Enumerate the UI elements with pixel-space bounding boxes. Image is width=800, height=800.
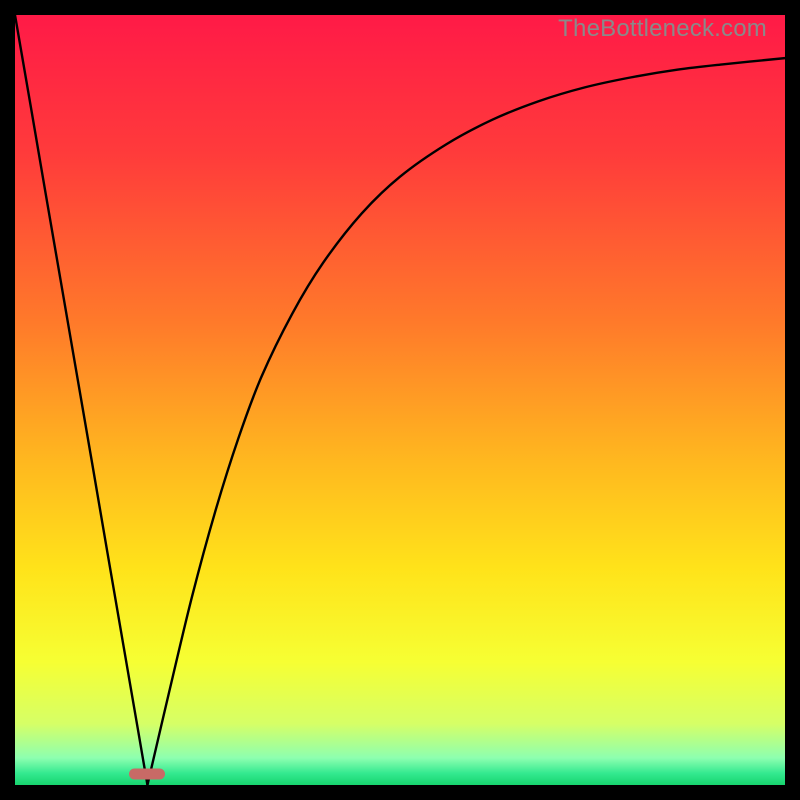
chart-frame: TheBottleneck.com [15, 15, 785, 785]
optimal-point-marker [129, 769, 165, 780]
bottleneck-chart [15, 15, 785, 785]
gradient-background [15, 15, 785, 785]
watermark-text: TheBottleneck.com [558, 15, 767, 43]
